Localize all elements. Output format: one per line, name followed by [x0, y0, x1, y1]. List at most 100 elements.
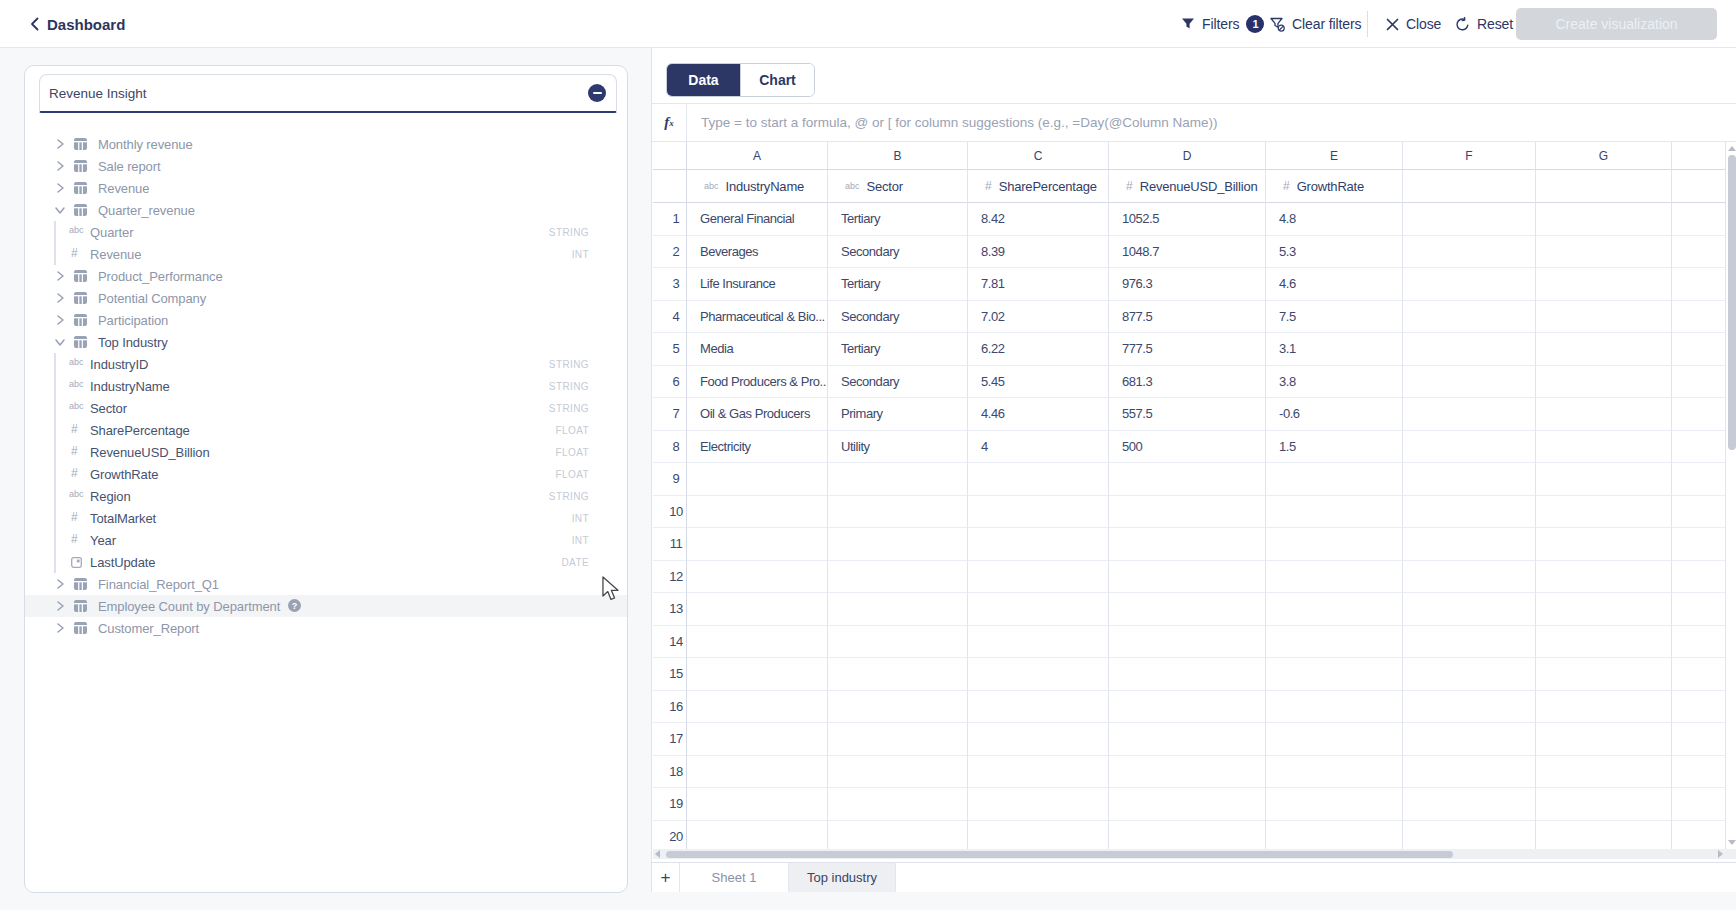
grid-cell[interactable]: [968, 756, 1109, 789]
tree-table-row[interactable]: Revenue: [25, 177, 627, 199]
grid-cell[interactable]: [1403, 626, 1536, 659]
grid-cell[interactable]: [1536, 203, 1672, 236]
grid-cell[interactable]: [1672, 366, 1726, 399]
grid-cell[interactable]: [1403, 723, 1536, 756]
row-number[interactable]: 6: [653, 366, 687, 399]
grid-cell[interactable]: Utility: [828, 431, 968, 464]
close-button[interactable]: Close: [1386, 0, 1441, 48]
grid-cell[interactable]: [1536, 593, 1672, 626]
back-to-dashboard[interactable]: Dashboard: [30, 0, 125, 48]
formula-input[interactable]: Type = to start a formula, @ or [ for co…: [687, 115, 1218, 130]
grid-cell[interactable]: [828, 496, 968, 529]
grid-cell[interactable]: [1536, 496, 1672, 529]
grid-cell[interactable]: 8.39: [968, 236, 1109, 269]
chevron-right-icon[interactable]: [53, 269, 67, 283]
field-header-cell[interactable]: #RevenueUSD_Billion: [1109, 170, 1266, 203]
grid-cell[interactable]: [687, 691, 828, 724]
chevron-right-icon[interactable]: [53, 313, 67, 327]
grid-cell[interactable]: 3.8: [1266, 366, 1403, 399]
grid-cell[interactable]: 4.46: [968, 398, 1109, 431]
grid-cell[interactable]: [1536, 821, 1672, 850]
grid-cell[interactable]: [687, 788, 828, 821]
tree-field-row[interactable]: #SharePercentageFLOAT: [25, 419, 627, 441]
grid-cell[interactable]: [1266, 463, 1403, 496]
grid-cell[interactable]: 557.5: [1109, 398, 1266, 431]
grid-cell[interactable]: [1266, 528, 1403, 561]
grid-cell[interactable]: -0.6: [1266, 398, 1403, 431]
row-number[interactable]: 15: [653, 658, 687, 691]
grid-cell[interactable]: Secondary: [828, 301, 968, 334]
grid-cell[interactable]: [968, 463, 1109, 496]
grid-cell[interactable]: [1403, 463, 1536, 496]
grid-cell[interactable]: [968, 821, 1109, 850]
row-number[interactable]: 16: [653, 691, 687, 724]
grid-cell[interactable]: [1266, 658, 1403, 691]
grid-cell[interactable]: [1536, 268, 1672, 301]
grid-cell[interactable]: [1672, 301, 1726, 334]
grid-cell[interactable]: Media: [687, 333, 828, 366]
grid-cell[interactable]: [1403, 431, 1536, 464]
scroll-right-icon[interactable]: [1718, 850, 1723, 858]
tree-field-row[interactable]: abcSectorSTRING: [25, 397, 627, 419]
grid-cell[interactable]: [1266, 756, 1403, 789]
grid-cell[interactable]: Beverages: [687, 236, 828, 269]
grid-cell[interactable]: [1266, 593, 1403, 626]
row-number[interactable]: 19: [653, 788, 687, 821]
row-number[interactable]: 17: [653, 723, 687, 756]
grid-cell[interactable]: [687, 821, 828, 850]
scroll-down-icon[interactable]: [1728, 840, 1736, 845]
grid-cell[interactable]: [687, 723, 828, 756]
grid-cell[interactable]: [1266, 626, 1403, 659]
grid-cell[interactable]: [1672, 756, 1726, 789]
tree-table-row[interactable]: Employee Count by Department?: [25, 595, 627, 617]
tree-field-row[interactable]: #TotalMarketINT: [25, 507, 627, 529]
horizontal-scrollbar-thumb[interactable]: [666, 851, 1453, 858]
row-number[interactable]: 10: [653, 496, 687, 529]
grid-cell[interactable]: [1109, 723, 1266, 756]
chevron-down-icon[interactable]: [53, 335, 67, 349]
row-number[interactable]: 14: [653, 626, 687, 659]
row-number[interactable]: 7: [653, 398, 687, 431]
chevron-right-icon[interactable]: [53, 599, 67, 613]
grid-cell[interactable]: [828, 723, 968, 756]
tree-table-row[interactable]: Customer_Report: [25, 617, 627, 639]
grid-cell[interactable]: [1266, 691, 1403, 724]
grid-cell[interactable]: Food Producers & Pro...: [687, 366, 828, 399]
chevron-right-icon[interactable]: [53, 137, 67, 151]
grid-cell[interactable]: [1403, 203, 1536, 236]
tree-field-row[interactable]: #GrowthRateFLOAT: [25, 463, 627, 485]
grid-cell[interactable]: 7.02: [968, 301, 1109, 334]
grid-cell[interactable]: [1109, 463, 1266, 496]
grid-cell[interactable]: 4.6: [1266, 268, 1403, 301]
grid-cell[interactable]: [1266, 561, 1403, 594]
tree-table-row[interactable]: Financial_Report_Q1: [25, 573, 627, 595]
grid-cell[interactable]: Pharmaceutical & Bio...: [687, 301, 828, 334]
grid-cell[interactable]: [968, 788, 1109, 821]
grid-cell[interactable]: [1672, 236, 1726, 269]
grid-cell[interactable]: [828, 561, 968, 594]
grid-cell[interactable]: [968, 593, 1109, 626]
grid-cell[interactable]: 500: [1109, 431, 1266, 464]
column-letter[interactable]: B: [828, 142, 968, 170]
tree-field-row[interactable]: #RevenueUSD_BillionFLOAT: [25, 441, 627, 463]
grid-cell[interactable]: [1536, 463, 1672, 496]
field-header-cell[interactable]: #SharePercentage: [968, 170, 1109, 203]
tree-field-row[interactable]: #RevenueINT: [25, 243, 627, 265]
grid-cell[interactable]: [1403, 593, 1536, 626]
grid-cell[interactable]: [1672, 658, 1726, 691]
field-header-cell[interactable]: abcIndustryName: [687, 170, 828, 203]
grid-cell[interactable]: 3.1: [1266, 333, 1403, 366]
chevron-right-icon[interactable]: [53, 621, 67, 635]
grid-cell[interactable]: 4.8: [1266, 203, 1403, 236]
grid-cell[interactable]: [968, 496, 1109, 529]
column-letter[interactable]: C: [968, 142, 1109, 170]
tree-table-row[interactable]: Top Industry: [25, 331, 627, 353]
field-header-empty[interactable]: [653, 170, 687, 203]
row-number[interactable]: 9: [653, 463, 687, 496]
row-number[interactable]: 2: [653, 236, 687, 269]
grid-cell[interactable]: [1536, 626, 1672, 659]
column-letter[interactable]: A: [687, 142, 828, 170]
grid-cell[interactable]: [1109, 658, 1266, 691]
grid-cell[interactable]: [1403, 528, 1536, 561]
grid-cell[interactable]: 8.42: [968, 203, 1109, 236]
